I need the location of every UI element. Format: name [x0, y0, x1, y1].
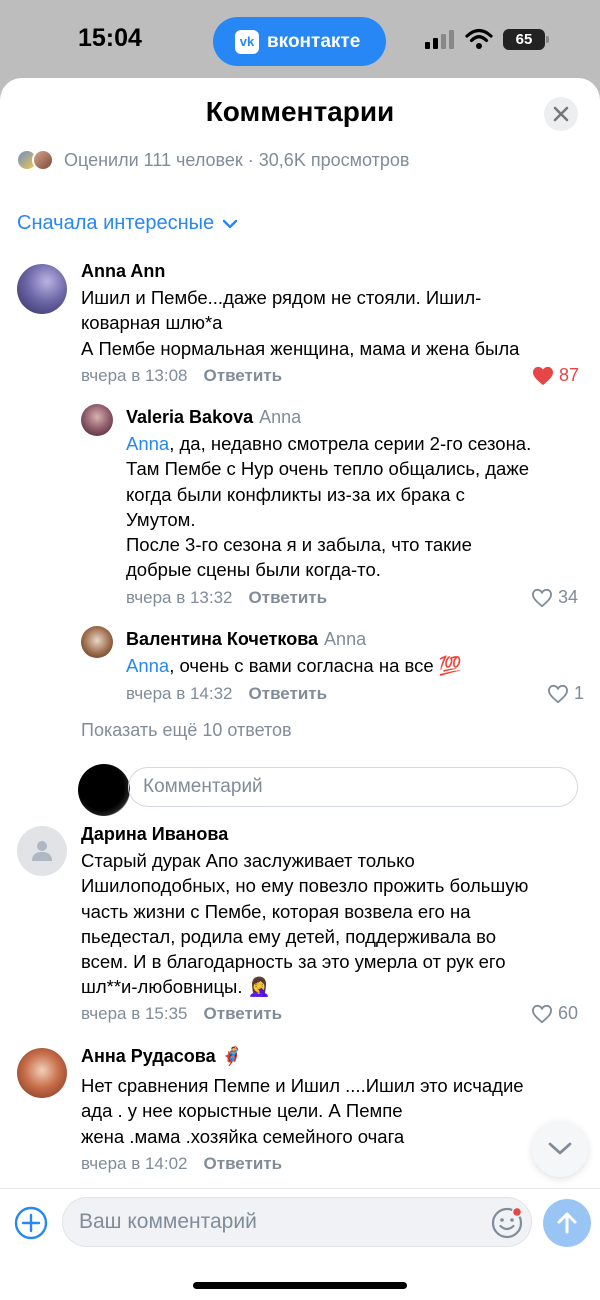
- comment-time: вчера в 14:02: [81, 1154, 188, 1173]
- like-button[interactable]: 87: [532, 365, 579, 386]
- author-name: Валентина Кочеткова: [126, 629, 319, 649]
- comment-author[interactable]: Valeria Bakova Anna: [126, 407, 301, 428]
- avatar[interactable]: [81, 404, 113, 436]
- emoji-icon[interactable]: [490, 1206, 524, 1240]
- scroll-down-button[interactable]: [532, 1121, 588, 1177]
- author-badge: 🦸: [220, 1046, 244, 1066]
- heart-icon: [531, 1004, 553, 1023]
- comment-author[interactable]: Валентина Кочеткова Anna: [126, 629, 366, 650]
- page-title: Комментарии: [205, 96, 395, 127]
- comment-author[interactable]: Anna Ann: [81, 261, 165, 282]
- comment-meta: вчера в 15:35 Ответить: [81, 1004, 282, 1024]
- like-button[interactable]: 1: [547, 683, 584, 704]
- reply-button[interactable]: Ответить: [204, 1154, 283, 1173]
- comment-input[interactable]: Ваш комментарий: [62, 1197, 532, 1247]
- show-more-replies[interactable]: Показать ещё 10 ответов: [81, 720, 292, 741]
- sort-dropdown[interactable]: Сначала интересные: [17, 212, 238, 235]
- heart-icon: [531, 588, 553, 607]
- send-button[interactable]: [543, 1199, 591, 1247]
- heart-icon: [547, 684, 569, 703]
- rating-text: Оценили 111 человек · 30,6K просмотров: [64, 149, 410, 170]
- comment-meta: вчера в 13:08 Ответить: [81, 366, 282, 386]
- comments-sheet: Комментарии Оценили 111 человек · 30,6K …: [0, 78, 600, 1300]
- liker-avatar: [32, 149, 54, 171]
- reply-to-name: Anna: [324, 629, 367, 649]
- comment-text: Anna, очень с вами согласна на все 💯: [126, 653, 586, 678]
- wifi-icon: [465, 28, 493, 49]
- comment-time: вчера в 13:32: [126, 588, 233, 607]
- add-icon[interactable]: [13, 1205, 49, 1241]
- author-name: Анна Рудасова: [81, 1046, 216, 1066]
- comment-body: , очень с вами согласна на все 💯: [169, 655, 462, 676]
- close-icon: [553, 106, 569, 122]
- reply-to-name: Anna: [259, 407, 302, 427]
- vk-app-label: вконтакте: [267, 30, 361, 52]
- inline-comment-input[interactable]: Комментарий: [128, 767, 578, 807]
- author-name: Valeria Bakova: [126, 407, 254, 427]
- comment-time: вчера в 14:32: [126, 684, 233, 703]
- comment-time: вчера в 15:35: [81, 1004, 188, 1023]
- signal-icon: [425, 30, 454, 49]
- heart-icon: [533, 366, 553, 385]
- like-count: 1: [574, 683, 585, 703]
- like-count: 60: [558, 1003, 579, 1023]
- rating-row[interactable]: Оценили 111 человек · 30,6K просмотров: [16, 148, 409, 172]
- like-button[interactable]: 34: [531, 587, 578, 608]
- close-button[interactable]: [544, 97, 578, 131]
- mention-link[interactable]: Anna: [126, 655, 169, 676]
- comment-time: вчера в 13:08: [81, 366, 188, 385]
- send-icon: [557, 1212, 577, 1234]
- avatar[interactable]: [81, 626, 113, 658]
- chevron-down-icon: [548, 1142, 572, 1155]
- reply-button[interactable]: Ответить: [249, 684, 328, 703]
- user-placeholder-icon: [32, 841, 52, 861]
- avatar: [78, 764, 130, 816]
- chevron-down-icon: [222, 219, 238, 228]
- comment-text: Старый дурак Апо заслуживает только Ишил…: [81, 850, 529, 998]
- comment-meta: вчера в 14:02 Ответить: [81, 1154, 282, 1174]
- like-count: 87: [559, 365, 580, 385]
- like-count: 34: [558, 587, 579, 607]
- comment-text: Нет сравнения Пемпе и Ишил ....Ишил это …: [81, 1075, 524, 1147]
- comment-composer: Ваш комментарий: [0, 1188, 600, 1300]
- status-time: 15:04: [78, 24, 142, 52]
- sort-label: Сначала интересные: [17, 212, 215, 234]
- comment-author[interactable]: Дарина Иванова: [81, 824, 228, 845]
- comment-body: , да, недавно смотрела серии 2-го сезона…: [126, 433, 532, 581]
- comment-author[interactable]: Анна Рудасова 🦸: [81, 1046, 243, 1067]
- home-indicator: [193, 1282, 407, 1289]
- comment-meta: вчера в 14:32 Ответить: [126, 684, 327, 704]
- comment-text: Ишил и Пембе...даже рядом не стояли. Иши…: [81, 287, 520, 359]
- reply-button[interactable]: Ответить: [204, 366, 283, 385]
- mention-link[interactable]: Anna: [126, 433, 169, 454]
- reply-button[interactable]: Ответить: [204, 1004, 283, 1023]
- comment-text: Anna, да, недавно смотрела серии 2-го се…: [126, 431, 586, 583]
- comment-meta: вчера в 13:32 Ответить: [126, 588, 327, 608]
- vk-logo-icon: vk: [235, 29, 259, 54]
- avatar[interactable]: [17, 264, 67, 314]
- reply-button[interactable]: Ответить: [249, 588, 328, 607]
- vk-app-pill[interactable]: vk вконтакте: [213, 17, 386, 66]
- like-button[interactable]: 60: [531, 1003, 578, 1024]
- avatar[interactable]: [17, 1048, 67, 1098]
- battery-icon: 65: [503, 29, 549, 50]
- avatar[interactable]: [17, 826, 67, 876]
- status-bar: 15:04 vk вконтакте 65: [0, 0, 600, 78]
